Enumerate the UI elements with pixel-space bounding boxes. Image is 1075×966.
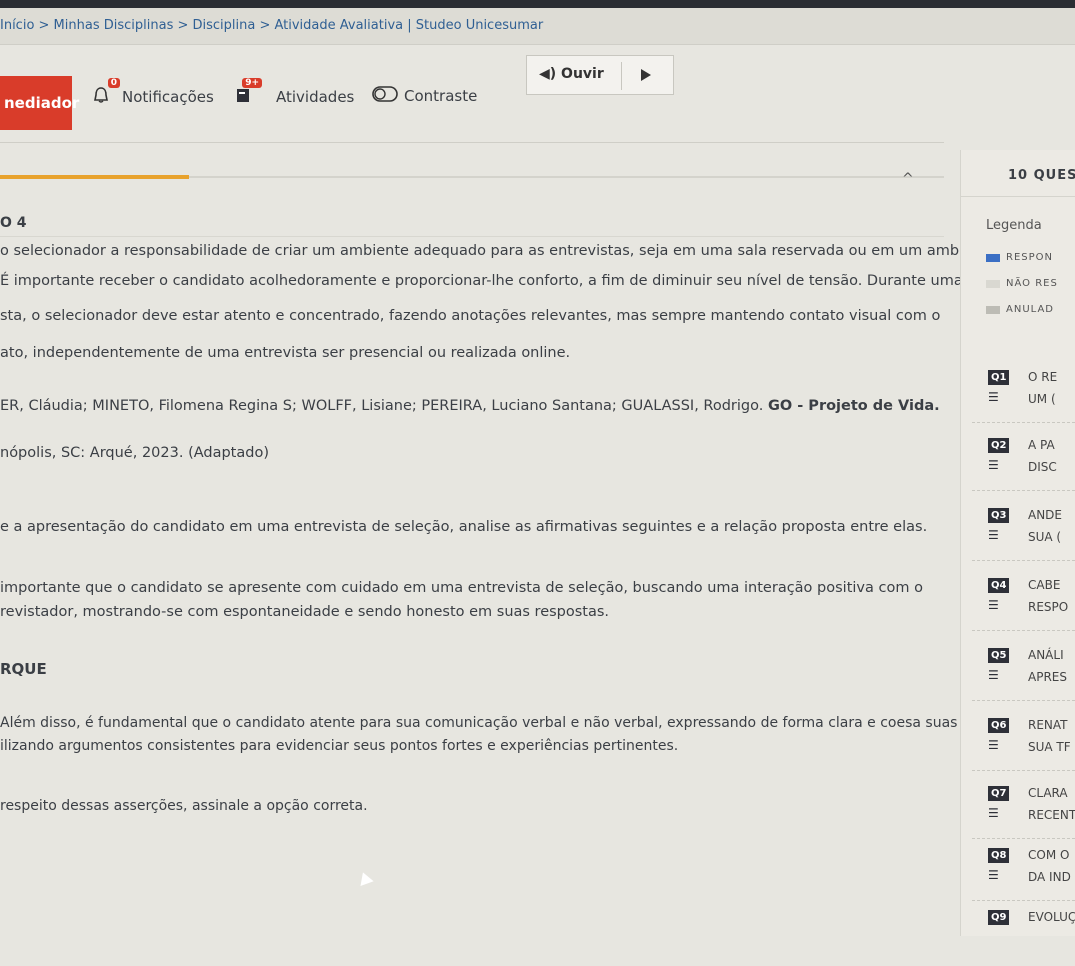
question-number: Q7 [988,786,1010,801]
sidebar-question-item[interactable]: Q7 CLARA ☰ RECENT [972,786,1075,842]
question-preview-line-1: O RE [1028,370,1058,384]
sidebar-question-item[interactable]: Q9 EVOLUÇ [972,910,1075,966]
list-icon: ☰ [988,806,999,820]
list-icon: ☰ [988,458,999,472]
question-preview-line-2: SUA TF [1028,740,1071,754]
question-number: Q4 [988,578,1010,593]
question-preview-line-2: DA IND [1028,870,1071,884]
question-separator [972,700,1075,702]
assertion-1-line-1: importante que o candidato se apresente … [0,580,923,596]
question-number: Q3 [988,508,1010,523]
question-content: o selecionador a responsabilidade de cri… [0,0,1008,936]
legend-label: ANULAD [1006,304,1054,315]
question-preview-line-1: ANDE [1028,508,1063,522]
instruction-text: e a apresentação do candidato em uma ent… [0,519,928,535]
text-line-3: sta, o selecionador deve estar atento e … [0,308,941,324]
question-preview-line-1: COM O [1028,848,1070,862]
question-separator [972,560,1075,562]
question-preview-line-2: UM ( [1028,392,1056,406]
question-preview-line-1: A PA [1028,438,1055,452]
list-icon: ☰ [988,868,999,882]
text-line-1: o selecionador a responsabilidade de cri… [0,243,996,259]
question-separator [972,770,1075,772]
question-separator [972,838,1075,840]
question-separator [972,900,1075,902]
list-icon: ☰ [988,390,999,404]
sidebar-header: 10 QUEST [1008,168,1075,183]
question-preview-line-2: APRES [1028,670,1067,684]
reference-authors: ER, Cláudia; MINETO, Filomena Regina S; … [0,398,764,414]
legend-answered: RESPON [986,252,1053,263]
sidebar-question-item[interactable]: Q1 O RE ☰ UM ( [972,370,1075,426]
legend-swatch-unanswered [986,280,1000,288]
porque-label: RQUE [0,660,47,678]
legend-label: RESPON [1006,252,1053,263]
question-number: Q1 [988,370,1010,385]
question-number: Q5 [988,648,1010,663]
sidebar-question-item[interactable]: Q4 CABE ☰ RESPO [972,578,1075,634]
legend-label: NÃO RES [1006,278,1058,289]
question-number: Q6 [988,718,1010,733]
list-icon: ☰ [988,668,999,682]
prompt-text: respeito dessas asserções, assinale a op… [0,798,368,814]
question-preview-line-2: DISC [1028,460,1057,474]
question-preview-line-1: ANÁLI [1028,648,1064,662]
question-preview-line-2: RECENT [1028,808,1075,822]
question-separator [972,422,1075,424]
assertion-2-line-2: ilizando argumentos consistentes para ev… [0,738,679,754]
question-preview-line-2: SUA ( [1028,530,1062,544]
legend-title: Legenda [986,218,1042,233]
assertion-2-line-1: Além disso, é fundamental que o candidat… [0,715,1008,731]
reference-line: ER, Cláudia; MINETO, Filomena Regina S; … [0,395,940,417]
reference-title: GO - Projeto de Vida. [767,398,940,414]
sidebar-question-item[interactable]: Q6 RENAT ☰ SUA TF [972,718,1075,774]
question-preview-line-1: RENAT [1028,718,1068,732]
question-separator [972,630,1075,632]
text-line-2: É importante receber o candidato acolhed… [0,273,963,289]
legend-annulled: ANULAD [986,304,1054,315]
sidebar-question-item[interactable]: Q5 ANÁLI ☰ APRES [972,648,1075,704]
legend-unanswered: NÃO RES [986,278,1058,289]
sidebar-question-item[interactable]: Q2 A PA ☰ DISC [972,438,1075,494]
question-number: Q8 [988,848,1010,863]
question-preview-line-1: CABE [1028,578,1061,592]
sidebar-question-item[interactable]: Q3 ANDE ☰ SUA ( [972,508,1075,564]
list-icon: ☰ [988,738,999,752]
legend-swatch-annulled [986,306,1000,314]
question-preview-line-2: RESPO [1028,600,1069,614]
question-preview-line-1: CLARA [1028,786,1068,800]
question-number: Q2 [988,438,1010,453]
question-preview-line-1: EVOLUÇ [1028,910,1075,924]
assertion-1-line-2: revistador, mostrando-se com espontaneid… [0,604,610,620]
sidebar-divider [960,196,1075,197]
reference-publisher: nópolis, SC: Arqué, 2023. (Adaptado) [0,445,269,461]
list-icon: ☰ [988,598,999,612]
sidebar-question-item[interactable]: Q8 COM O ☰ DA IND [972,848,1075,904]
legend-swatch-answered [986,254,1000,262]
question-separator [972,490,1075,492]
question-number: Q9 [988,910,1010,925]
text-line-4: ato, independentemente de uma entrevista… [0,345,571,361]
list-icon: ☰ [988,528,999,542]
